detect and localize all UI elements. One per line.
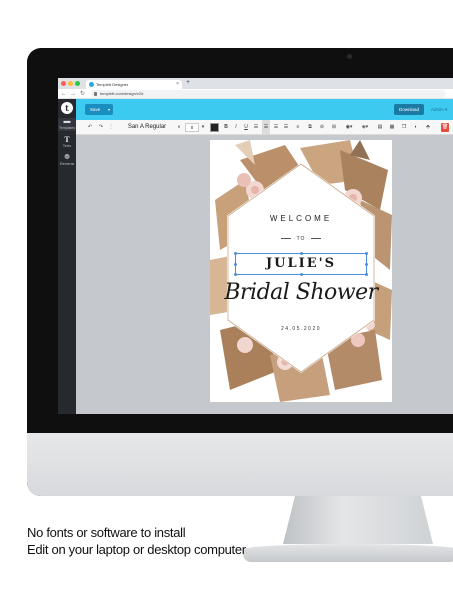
browser-address-bar: ← → ↻ templett.com/design/v2# — [58, 89, 453, 99]
copy-style-icon[interactable]: ⧉ — [306, 120, 314, 135]
to-row[interactable]: TO — [210, 236, 392, 242]
window-close-button[interactable] — [61, 81, 66, 86]
chevron-down-icon[interactable]: ▾ — [200, 120, 206, 135]
save-button[interactable]: Save ▾ — [85, 104, 113, 115]
align-justify-icon[interactable]: ☰ — [282, 120, 290, 135]
resize-handle[interactable] — [300, 252, 303, 255]
template-icon: ▬ — [63, 118, 71, 125]
camera-dot — [347, 54, 352, 59]
underline-button[interactable]: U — [242, 120, 250, 135]
layers-icon[interactable]: ◈▾ — [360, 120, 370, 135]
redo-button[interactable]: ↷ — [97, 120, 105, 135]
close-icon[interactable]: × — [176, 80, 179, 89]
sidebar-item-label: Texts — [62, 144, 72, 148]
lock-icon — [94, 92, 97, 96]
effects-icon[interactable]: ◉▾ — [344, 120, 354, 135]
elements-icon: ❁ — [64, 154, 70, 161]
screen: Templett Designer × + ← → ↻ templett.com… — [58, 78, 453, 414]
resize-handle[interactable] — [300, 273, 303, 276]
chevron-down-icon: ▾ — [107, 107, 110, 112]
italic-button[interactable]: I — [232, 120, 240, 135]
align-right-icon[interactable]: ☰ — [272, 120, 280, 135]
admin-menu[interactable]: Admin ▾ — [431, 104, 447, 115]
monitor-stand-base — [243, 544, 453, 562]
resize-handle[interactable] — [234, 252, 237, 255]
bold-button[interactable]: B — [222, 120, 230, 135]
editor-toolbar: ↶ ↷ ⋮ San A Regular ꭶ 8 ▾ B I U ☰ ☰ ☰ ☰ … — [76, 120, 453, 135]
align-center-icon[interactable]: ☰ — [262, 120, 270, 135]
text-color-swatch[interactable] — [210, 123, 219, 132]
text-icon: T — [64, 135, 70, 144]
caption-line-1: No fonts or software to install — [27, 525, 186, 540]
resize-handle[interactable] — [365, 273, 368, 276]
app-sidebar: t ▬ Templates T Texts ❁ Elements — [58, 99, 76, 414]
monitor-stand — [283, 496, 433, 544]
app-topbar: Save ▾ Download Admin ▾ — [76, 99, 453, 120]
list-icon[interactable]: ≡ — [294, 120, 302, 135]
forward-button[interactable]: → — [70, 90, 76, 98]
more-vert-icon[interactable]: ⋮ — [108, 120, 114, 135]
delete-button[interactable]: 🗑 — [441, 123, 449, 132]
grid-icon[interactable]: ⊞ — [330, 120, 338, 135]
font-size-input[interactable]: 8 — [185, 123, 199, 132]
resize-handle[interactable] — [234, 273, 237, 276]
script-title-text[interactable]: Bridal Shower — [210, 280, 392, 305]
window-maximize-button[interactable] — [75, 81, 80, 86]
browser-tab[interactable]: Templett Designer × — [86, 80, 182, 89]
browser-tab-title: Templett Designer — [96, 82, 129, 87]
new-tab-button[interactable]: + — [186, 79, 190, 86]
download-button[interactable]: Download — [394, 104, 424, 115]
divider-line — [280, 238, 291, 240]
divider-line — [311, 238, 322, 240]
to-text: TO — [296, 236, 306, 242]
link-icon[interactable]: ⊘ — [318, 120, 326, 135]
group-icon[interactable]: ◐ — [412, 120, 420, 135]
sidebar-item-label: Templates — [59, 126, 75, 130]
resize-handle[interactable] — [365, 252, 368, 255]
sidebar-item-label: Elements — [59, 162, 75, 166]
favicon-icon — [89, 82, 94, 87]
save-button-label: Save — [90, 107, 101, 112]
align-left-icon[interactable]: ☰ — [252, 120, 260, 135]
opacity-icon[interactable]: ▦ — [388, 120, 396, 135]
reload-button[interactable]: ↻ — [80, 90, 85, 98]
caption-line-2: Edit on your laptop or desktop computer — [27, 542, 246, 557]
app-logo-icon[interactable]: t — [61, 102, 73, 114]
sidebar-item-texts[interactable]: T Texts — [58, 136, 76, 149]
monitor-chin — [27, 433, 453, 496]
browser-tab-strip: Templett Designer × + — [58, 78, 453, 89]
sidebar-item-elements[interactable]: ❁ Elements — [58, 154, 76, 167]
url-input[interactable]: templett.com/design/v2# — [91, 90, 446, 98]
welcome-text[interactable]: WELCOME — [210, 214, 392, 223]
url-text: templett.com/design/v2# — [100, 91, 144, 96]
window-minimize-button[interactable] — [68, 81, 73, 86]
undo-button[interactable]: ↶ — [86, 120, 94, 135]
design-canvas-card[interactable]: WELCOME TO JULIE'S Bridal Shower 24.05.2… — [210, 140, 392, 402]
name-text[interactable]: JULIE'S — [210, 256, 392, 271]
lock-icon[interactable]: ▤ — [376, 120, 384, 135]
date-text[interactable]: 24.05.2020 — [210, 326, 392, 332]
back-button[interactable]: ← — [61, 90, 67, 98]
duplicate-icon[interactable]: ❐ — [400, 120, 408, 135]
font-style-icon[interactable]: ꭶ — [175, 120, 183, 135]
flip-icon[interactable]: ⬘ — [424, 120, 432, 135]
sidebar-item-templates[interactable]: ▬ Templates — [58, 118, 76, 131]
font-family-select[interactable]: San A Regular — [120, 120, 174, 135]
